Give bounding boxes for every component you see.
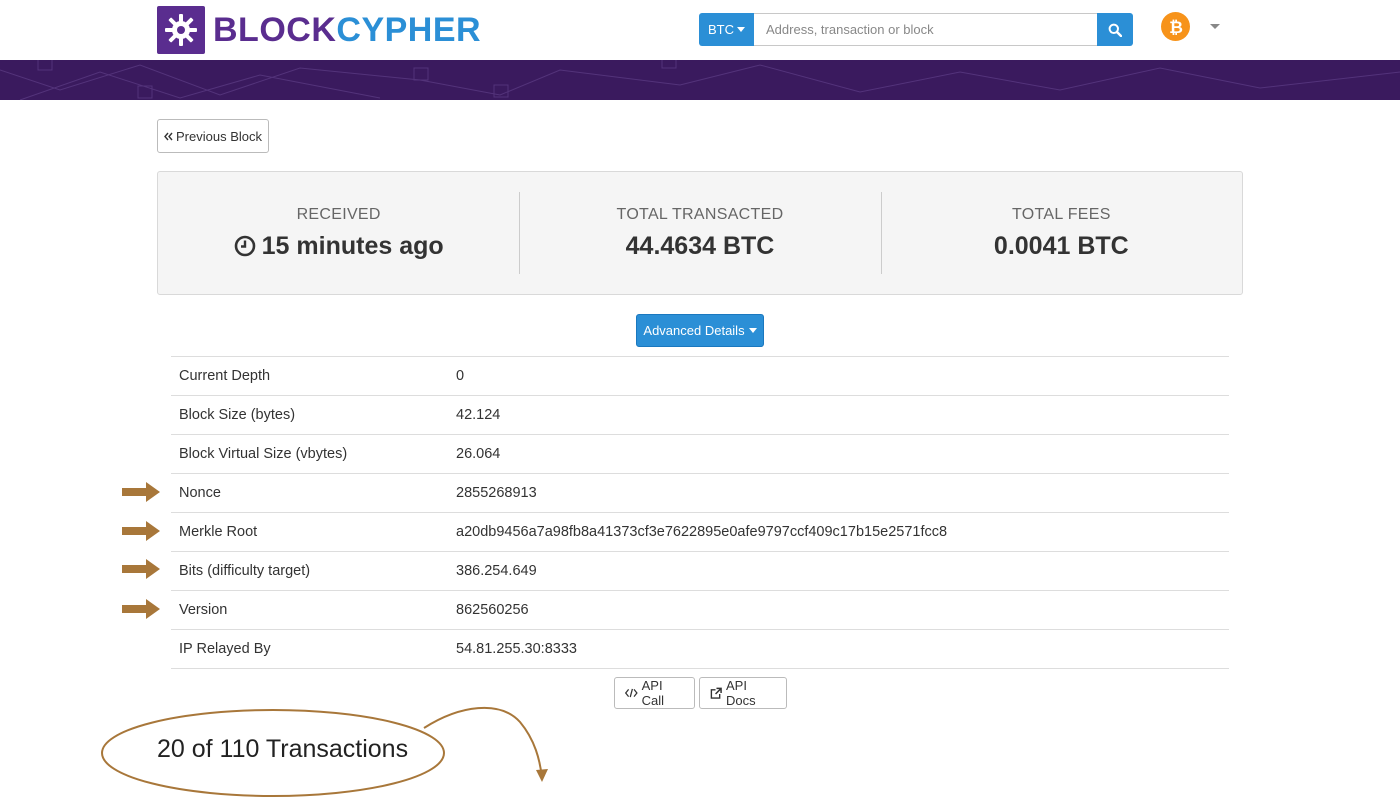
search-icon [1108, 23, 1122, 37]
advanced-details-table: Current Depth 0 Block Size (bytes) 42.124 … [171, 356, 1229, 669]
double-chevron-left-icon [164, 132, 173, 140]
api-docs-label: API Docs [726, 678, 756, 708]
received-value: 15 minutes ago [261, 231, 444, 260]
block-stats-panel: RECEIVED 15 minutes ago TOTAL TRANSACTED… [157, 171, 1243, 295]
coin-selector-label: BTC [708, 22, 734, 37]
annotation-arrow-icon [122, 599, 160, 619]
api-call-label: API Call [641, 678, 665, 708]
total-fees-stat: TOTAL FEES 0.0041 BTC [880, 172, 1242, 294]
detail-value: 2855268913 [456, 485, 537, 501]
transactions-count: 20 of 110 Transactions [157, 735, 409, 763]
detail-key: Current Depth [179, 368, 271, 384]
search-bar: BTC [699, 13, 1133, 46]
table-row: IP Relayed By 54.81.255.30:8333 [171, 629, 1229, 669]
table-row: Block Virtual Size (vbytes) 26.064 [171, 434, 1229, 474]
api-call-button[interactable]: API Call [614, 677, 695, 709]
detail-key: Bits (difficulty target) [179, 563, 311, 579]
clock-icon [234, 235, 255, 257]
previous-block-label: Previous Block [176, 128, 262, 144]
table-row: Bits (difficulty target) 386.254.649 [171, 551, 1229, 591]
detail-key: Nonce [179, 485, 221, 501]
annotation-arrow-icon [122, 482, 160, 502]
banner-pattern [0, 60, 1400, 100]
detail-value: 386.254.649 [456, 563, 537, 579]
detail-value: 42.124 [456, 407, 501, 423]
svg-text:₿: ₿ [1169, 18, 1183, 36]
received-stat: RECEIVED 15 minutes ago [158, 172, 519, 294]
chevron-down-icon [1210, 24, 1220, 29]
advanced-details-label: Advanced Details [643, 323, 745, 338]
search-button[interactable] [1097, 13, 1133, 46]
caret-down-icon [748, 328, 757, 333]
top-header: BLOCKCYPHER BTC ₿ [0, 0, 1400, 60]
blockcypher-logo[interactable]: BLOCKCYPHER [157, 6, 481, 54]
detail-key: Block Size (bytes) [179, 407, 296, 423]
total-transacted-value: 44.4634 BTC [625, 231, 775, 260]
received-label: RECEIVED [296, 205, 381, 223]
total-transacted-label: TOTAL TRANSACTED [616, 205, 784, 223]
search-input[interactable] [754, 13, 1097, 46]
detail-value: 54.81.255.30:8333 [456, 641, 577, 657]
total-transacted-stat: TOTAL TRANSACTED 44.4634 BTC [519, 172, 880, 294]
logo-wordmark: BLOCKCYPHER [213, 11, 481, 50]
previous-block-button[interactable]: Previous Block [157, 119, 269, 153]
bitcoin-icon: ₿ [1161, 12, 1190, 41]
annotation-arrow-icon [122, 521, 160, 541]
annotation-arrow-icon [122, 559, 160, 579]
total-fees-label: TOTAL FEES [1011, 205, 1111, 223]
table-row: Block Size (bytes) 42.124 [171, 395, 1229, 435]
logo-text-block: BLOCK [213, 10, 337, 49]
api-buttons: API Call API Docs [614, 677, 787, 709]
table-row: Merkle Root a20db9456a7a98fb8a41373cf3e76… [171, 512, 1229, 552]
detail-value: a20db9456a7a98fb8a41373cf3e7622895e0afe9… [456, 524, 948, 540]
detail-key: Merkle Root [179, 524, 258, 540]
advanced-details-button[interactable]: Advanced Details [636, 314, 764, 347]
logo-text-cypher: CYPHER [336, 10, 482, 49]
table-row: Version 862560256 [171, 590, 1229, 630]
header-banner [0, 60, 1400, 100]
table-row: Current Depth 0 [171, 356, 1229, 396]
code-icon [625, 688, 638, 698]
external-link-icon [710, 687, 722, 699]
api-docs-button[interactable]: API Docs [699, 677, 787, 709]
network-menu[interactable]: ₿ [1161, 12, 1220, 41]
detail-key: Block Virtual Size (vbytes) [179, 446, 348, 462]
detail-key: IP Relayed By [179, 641, 271, 657]
detail-value: 0 [456, 368, 465, 384]
detail-key: Version [179, 602, 228, 618]
table-row: Nonce 2855268913 [171, 473, 1229, 513]
coin-selector-button[interactable]: BTC [699, 13, 754, 46]
caret-down-icon [737, 27, 745, 32]
detail-value: 26.064 [456, 446, 501, 462]
total-fees-value: 0.0041 BTC [993, 231, 1129, 260]
gear-logo-icon [157, 6, 205, 54]
detail-value: 862560256 [456, 602, 529, 618]
received-value-row: 15 minutes ago [234, 232, 444, 261]
